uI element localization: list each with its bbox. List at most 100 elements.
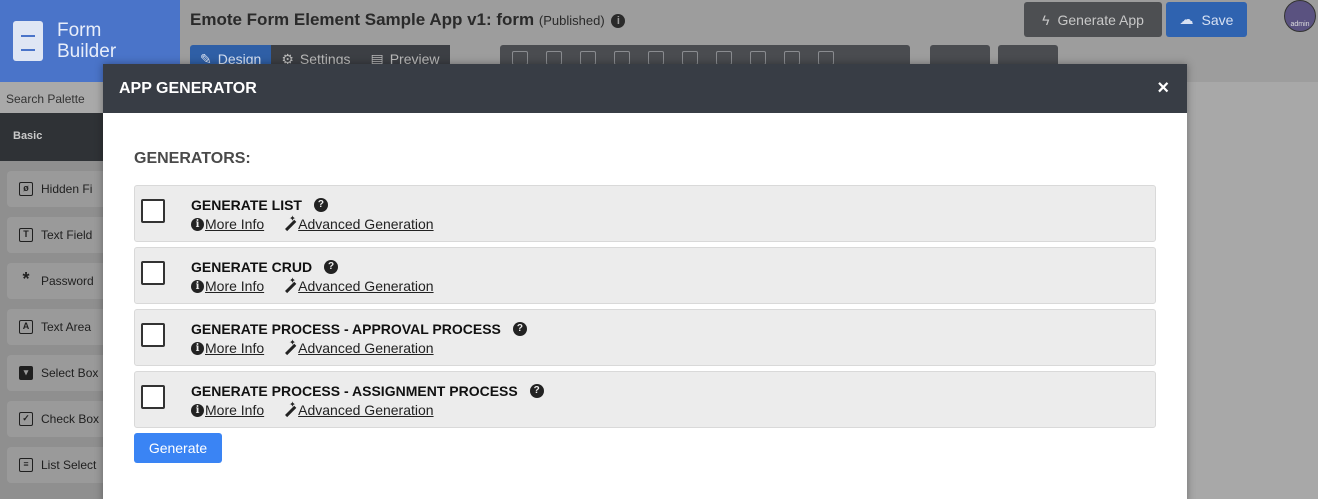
advanced-generation-link[interactable]: Advanced Generation <box>283 400 433 419</box>
generate-app-label: Generate App <box>1057 11 1144 28</box>
generator-label: GENERATE PROCESS - ASSIGNMENT PROCESS <box>191 383 518 399</box>
sitemap-icon[interactable] <box>512 51 528 65</box>
grid-icon[interactable] <box>648 51 664 65</box>
check-box-icon: ✓ <box>19 412 33 426</box>
palette-item-label: Check Box <box>41 412 100 426</box>
more-info-link[interactable]: i More Info <box>191 278 264 294</box>
lock-icon[interactable] <box>580 51 596 65</box>
status-badge: (Published) <box>538 13 605 28</box>
advanced-label: Advanced Generation <box>298 216 434 232</box>
palette-item-password[interactable]: * Password <box>7 263 104 299</box>
info-icon[interactable]: i <box>611 14 626 28</box>
palette-item-label: Text Area <box>41 320 92 334</box>
magic-wand-icon <box>283 338 297 355</box>
generator-row-crud: GENERATE CRUD ? iMore Info Advanced Gene… <box>134 247 1156 304</box>
save-label: Save <box>1201 11 1234 28</box>
image-icon[interactable] <box>682 51 698 65</box>
advanced-label: Advanced Generation <box>298 340 434 356</box>
generator-row-approval-process: GENERATE PROCESS - APPROVAL PROCESS ? iM… <box>134 309 1156 366</box>
generator-links: iMore Info Advanced Generation <box>191 214 434 233</box>
generator-row-assignment-process: GENERATE PROCESS - ASSIGNMENT PROCESS ? … <box>134 371 1156 428</box>
avatar[interactable]: admin <box>1284 0 1316 32</box>
palette-item-text-field[interactable]: T Text Field <box>7 217 104 253</box>
generator-label: GENERATE CRUD <box>191 259 313 275</box>
palette-category[interactable]: Basic <box>0 113 104 161</box>
generate-app-button[interactable]: ϟ Generate App <box>1024 2 1162 37</box>
magic-wand-icon <box>283 400 297 417</box>
more-info-label: More Info <box>205 216 265 232</box>
select-box-icon: ▾ <box>19 366 33 380</box>
advanced-generation-link[interactable]: Advanced Generation <box>283 214 434 233</box>
advanced-generation-link[interactable]: Advanced Generation <box>283 338 434 357</box>
generator-row-list: GENERATE LIST ? iMore Info Advanced Gene… <box>134 185 1156 242</box>
generator-name: GENERATE PROCESS - APPROVAL PROCESS ? <box>191 321 527 337</box>
help-icon[interactable] <box>716 51 732 65</box>
palette-item-list-select[interactable]: ≡ List Select <box>7 447 104 483</box>
question-icon[interactable]: ? <box>313 198 328 212</box>
palette-sidebar: Search Palette Basic ø Hidden Fi T Text … <box>0 82 104 499</box>
advanced-generation-link[interactable]: Advanced Generation <box>283 276 434 295</box>
eye-icon[interactable] <box>614 51 630 65</box>
generator-name: GENERATE LIST ? <box>191 197 328 213</box>
info-icon: i <box>191 403 204 417</box>
question-icon[interactable]: ? <box>324 260 339 274</box>
form-icon[interactable] <box>546 51 562 65</box>
question-icon[interactable]: ? <box>512 322 527 336</box>
magic-wand-icon <box>283 276 297 293</box>
close-icon[interactable]: × <box>1157 78 1169 98</box>
more-info-link[interactable]: i More Info <box>191 216 264 232</box>
generator-label: GENERATE LIST <box>191 197 302 213</box>
generator-checkbox[interactable] <box>141 323 165 347</box>
generator-checkbox[interactable] <box>141 385 165 409</box>
info-icon: i <box>191 279 204 293</box>
text-area-icon: A <box>19 320 33 334</box>
generator-links: iMore Info Advanced Generation <box>191 276 434 295</box>
more-info-label: More Info <box>205 278 265 294</box>
generator-checkbox[interactable] <box>141 199 165 223</box>
palette-item-label: Password <box>41 274 94 288</box>
page-title: Emote Form Element Sample App v1: form (… <box>190 10 626 30</box>
app-name: Emote Form Element Sample App v1: form <box>190 10 535 29</box>
generate-button[interactable]: Generate <box>134 433 222 463</box>
cloud-upload-icon: ☁ <box>1179 11 1194 27</box>
document-icon <box>13 21 43 61</box>
question-icon[interactable]: ? <box>529 384 544 398</box>
advanced-label: Advanced Generation <box>298 278 434 294</box>
app-generator-modal: APP GENERATOR × GENERATORS: GENERATE LIS… <box>103 64 1187 499</box>
magic-wand-icon <box>283 214 297 231</box>
list-icon: ≡ <box>19 458 33 472</box>
palette-item-label: Text Field <box>41 228 93 242</box>
more-info-label: More Info <box>205 402 265 418</box>
tab-bar: ✎ Design ⚙ Settings ▤ Preview <box>190 45 450 67</box>
brand-line-1: Form <box>57 20 102 41</box>
palette-item-check-box[interactable]: ✓ Check Box <box>7 401 104 437</box>
code-icon[interactable] <box>784 51 800 65</box>
generator-links: iMore Info Advanced Generation <box>191 338 434 357</box>
generator-name: GENERATE CRUD ? <box>191 259 339 275</box>
palette-search-input[interactable]: Search Palette <box>0 82 104 113</box>
generator-checkbox[interactable] <box>141 261 165 285</box>
generator-label: GENERATE PROCESS - APPROVAL PROCESS <box>191 321 501 337</box>
generator-links: iMore Info Advanced Generation <box>191 400 434 419</box>
modal-header: APP GENERATOR × <box>103 64 1187 113</box>
more-info-link[interactable]: i More Info <box>191 402 264 418</box>
palette-item-label: Select Box <box>41 366 99 380</box>
more-info-link[interactable]: i More Info <box>191 340 264 356</box>
palette-item-label: Hidden Fi <box>41 182 93 196</box>
info-icon: i <box>191 341 204 355</box>
generators-heading: GENERATORS: <box>134 150 251 167</box>
palette-item-select-box[interactable]: ▾ Select Box <box>7 355 104 391</box>
more-info-label: More Info <box>205 340 265 356</box>
info-icon: i <box>191 217 204 231</box>
asterisk-icon: * <box>22 269 30 289</box>
branch-icon[interactable] <box>750 51 766 65</box>
text-field-icon: T <box>19 228 33 242</box>
camera-icon[interactable] <box>818 51 834 65</box>
palette-item-label: List Select <box>41 458 97 472</box>
save-button[interactable]: ☁ Save <box>1166 2 1247 37</box>
avatar-text: admin <box>1290 21 1310 28</box>
brand-line-2: Builder <box>57 41 117 62</box>
eye-slash-icon: ø <box>19 182 33 196</box>
palette-item-text-area[interactable]: A Text Area <box>7 309 104 345</box>
palette-item-hidden-field[interactable]: ø Hidden Fi <box>7 171 104 207</box>
